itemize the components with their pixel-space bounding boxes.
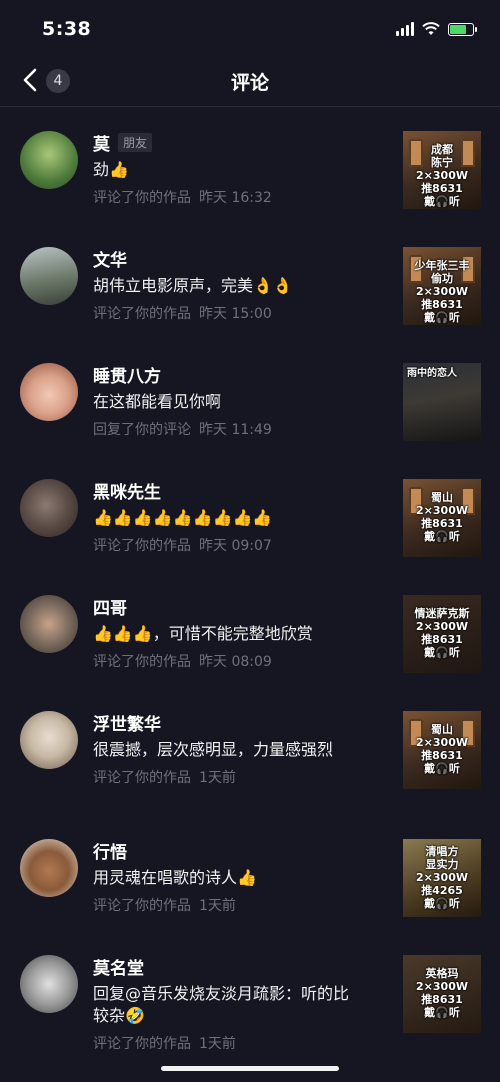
comment-time: 昨天 16:32 xyxy=(199,190,272,206)
avatar[interactable] xyxy=(20,595,78,653)
comment-item[interactable]: 莫 朋友 劲👍 评论了你的作品 昨天 16:32 成都 陈宁 2×300W 推86… xyxy=(0,107,500,223)
thumbnail-caption: 情迷萨克斯 2×300W 推8631 戴🎧听 xyxy=(414,607,470,659)
video-thumbnail[interactable]: 少年张三丰 偷功 2×300W 推8631 戴🎧听 xyxy=(403,247,481,325)
video-thumbnail[interactable]: 成都 陈宁 2×300W 推8631 戴🎧听 xyxy=(403,131,481,209)
comment-text: 用灵魂在唱歌的诗人👍 xyxy=(93,868,257,887)
friend-tag: 朋友 xyxy=(118,132,153,152)
comment-item[interactable]: 文华 胡伟立电影原声，完美👌👌 评论了你的作品 昨天 15:00 少年张三丰 偷功… xyxy=(0,223,500,339)
thumbnail-caption: 英格玛 2×300W 推8631 戴🎧听 xyxy=(416,967,468,1019)
nav-bar: 4 评论 xyxy=(0,56,500,107)
comment-time: 1天前 xyxy=(199,770,236,786)
comment-text: 很震撼，层次感明显，力量感强烈 xyxy=(93,740,334,759)
comment-meta: 评论了你的作品 1天前 xyxy=(93,767,383,787)
comment-item[interactable]: 行悟 用灵魂在唱歌的诗人👍 评论了你的作品 1天前 清唱方 显实力 2×300W … xyxy=(0,815,500,931)
comment-time: 昨天 08:09 xyxy=(199,654,272,670)
comment-meta: 评论了你的作品 昨天 08:09 xyxy=(93,651,383,671)
commenter-name[interactable]: 浮世繁华 xyxy=(93,710,161,735)
signal-icon xyxy=(396,22,414,36)
comment-text: 胡伟立电影原声，完美👌👌 xyxy=(93,276,293,295)
battery-icon xyxy=(448,22,477,36)
thumbnail-caption: 清唱方 显实力 2×300W 推4265 戴🎧听 xyxy=(416,845,468,910)
thumbnail-caption: 雨中的恋人 xyxy=(407,368,457,379)
comment-action: 回复了你的评论 xyxy=(93,422,191,438)
comment-time: 1天前 xyxy=(199,1036,236,1052)
comment-action: 评论了你的作品 xyxy=(93,306,191,322)
avatar[interactable] xyxy=(20,131,78,189)
commenter-name[interactable]: 莫 xyxy=(93,130,110,155)
avatar[interactable] xyxy=(20,479,78,537)
thumbnail-caption: 成都 陈宁 2×300W 推8631 戴🎧听 xyxy=(416,143,468,208)
video-thumbnail[interactable]: 蜀山 2×300W 推8631 戴🎧听 xyxy=(403,479,481,557)
thumbnail-caption: 少年张三丰 偷功 2×300W 推8631 戴🎧听 xyxy=(414,259,470,324)
comment-time: 昨天 15:00 xyxy=(199,306,272,322)
home-indicator[interactable] xyxy=(161,1066,339,1071)
commenter-name[interactable]: 睡贯八方 xyxy=(93,362,161,387)
avatar[interactable] xyxy=(20,363,78,421)
comment-item[interactable]: 浮世繁华 很震撼，层次感明显，力量感强烈 评论了你的作品 1天前 蜀山 2×300… xyxy=(0,687,500,815)
comment-action: 评论了你的作品 xyxy=(93,654,191,670)
comment-meta: 评论了你的作品 昨天 16:32 xyxy=(93,187,383,207)
comment-time: 1天前 xyxy=(199,898,236,914)
comment-meta: 评论了你的作品 1天前 xyxy=(93,1033,383,1053)
comment-item[interactable]: 黑咪先生 👍👍👍👍👍👍👍👍👍 评论了你的作品 昨天 09:07 蜀山 2×300W… xyxy=(0,455,500,571)
commenter-name[interactable]: 黑咪先生 xyxy=(93,478,161,503)
status-time: 5:38 xyxy=(42,18,92,40)
commenter-name[interactable]: 四哥 xyxy=(93,594,127,619)
comment-action: 评论了你的作品 xyxy=(93,770,191,786)
comment-item[interactable]: 莫名堂 回复@音乐发烧友淡月疏影：听的比较杂🤣 评论了你的作品 1天前 英格玛 2… xyxy=(0,931,500,1059)
video-thumbnail[interactable]: 情迷萨克斯 2×300W 推8631 戴🎧听 xyxy=(403,595,481,673)
avatar[interactable] xyxy=(20,247,78,305)
comment-action: 评论了你的作品 xyxy=(93,1036,191,1052)
comment-list: 莫 朋友 劲👍 评论了你的作品 昨天 16:32 成都 陈宁 2×300W 推86… xyxy=(0,107,500,1059)
video-thumbnail[interactable]: 蜀山 2×300W 推8631 戴🎧听 xyxy=(403,711,481,789)
comment-text: 回复@音乐发烧友淡月疏影：听的比较杂🤣 xyxy=(93,984,350,1025)
status-icons xyxy=(396,22,477,36)
commenter-name[interactable]: 莫名堂 xyxy=(93,954,144,979)
comment-item[interactable]: 四哥 👍👍👍，可惜不能完整地欣赏 评论了你的作品 昨天 08:09 情迷萨克斯 2… xyxy=(0,571,500,687)
wifi-icon xyxy=(422,22,440,35)
commenter-name[interactable]: 文华 xyxy=(93,246,127,271)
comment-meta: 评论了你的作品 1天前 xyxy=(93,895,383,915)
status-bar: 5:38 xyxy=(0,0,500,56)
video-thumbnail[interactable]: 英格玛 2×300W 推8631 戴🎧听 xyxy=(403,955,481,1033)
video-thumbnail[interactable]: 雨中的恋人 xyxy=(403,363,481,441)
comment-meta: 评论了你的作品 昨天 15:00 xyxy=(93,303,383,323)
video-thumbnail[interactable]: 清唱方 显实力 2×300W 推4265 戴🎧听 xyxy=(403,839,481,917)
page-title: 评论 xyxy=(230,72,269,94)
comment-text: 👍👍👍👍👍👍👍👍👍 xyxy=(93,508,273,527)
comment-action: 评论了你的作品 xyxy=(93,538,191,554)
comment-item[interactable]: 睡贯八方 在这都能看见你啊 回复了你的评论 昨天 11:49 雨中的恋人 xyxy=(0,339,500,455)
comment-text: 劲👍 xyxy=(93,160,129,179)
comment-action: 评论了你的作品 xyxy=(93,190,191,206)
thumbnail-caption: 蜀山 2×300W 推8631 戴🎧听 xyxy=(416,723,468,775)
comment-text: 👍👍👍，可惜不能完整地欣赏 xyxy=(93,624,313,643)
comment-meta: 评论了你的作品 昨天 09:07 xyxy=(93,535,383,555)
comment-meta: 回复了你的评论 昨天 11:49 xyxy=(93,419,383,439)
avatar[interactable] xyxy=(20,711,78,769)
avatar[interactable] xyxy=(20,839,78,897)
thumbnail-caption: 蜀山 2×300W 推8631 戴🎧听 xyxy=(416,491,468,543)
avatar[interactable] xyxy=(20,955,78,1013)
comment-time: 昨天 11:49 xyxy=(199,422,272,438)
comment-text: 在这都能看见你啊 xyxy=(93,392,222,411)
commenter-name[interactable]: 行悟 xyxy=(93,838,127,863)
comment-time: 昨天 09:07 xyxy=(199,538,272,554)
comment-action: 评论了你的作品 xyxy=(93,898,191,914)
